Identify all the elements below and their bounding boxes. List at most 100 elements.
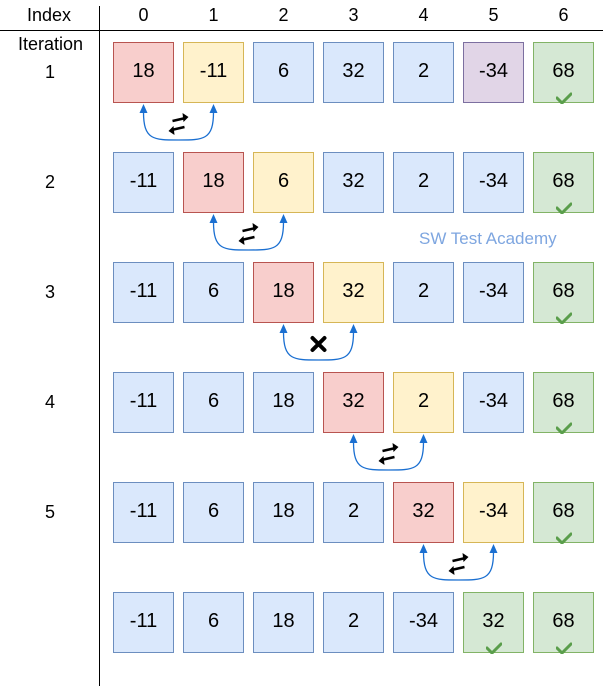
array-cell-current: 32 [393, 482, 454, 543]
iteration-header: Iteration [17, 34, 84, 54]
iteration-label: 5 [44, 502, 55, 522]
cell-value: -34 [479, 60, 508, 82]
cell-value: -11 [199, 60, 228, 82]
arrow-head-icon [349, 324, 358, 333]
array-cell-default: 6 [183, 592, 244, 653]
cell-value: 18 [132, 60, 155, 82]
column-header-3: 3 [348, 5, 359, 25]
comparison-arc [209, 214, 288, 251]
check-mark-icon [485, 637, 503, 655]
cell-value: 6 [207, 390, 220, 412]
array-cell-default: 18 [253, 372, 314, 433]
arrow-head-icon [139, 104, 148, 113]
iteration-label: 1 [44, 62, 55, 82]
array-cell-default: -34 [463, 372, 524, 433]
cell-value: 18 [272, 280, 295, 302]
array-cell-highlight: -34 [463, 42, 524, 103]
array-cell-compared: 32 [323, 262, 384, 323]
arrow-head-icon [209, 104, 218, 113]
cell-value: 32 [342, 280, 365, 302]
arrow-head-icon [279, 324, 288, 333]
array-cell-default: 2 [323, 482, 384, 543]
cell-value: -34 [479, 390, 508, 412]
arrow-head-icon [489, 544, 498, 553]
cell-value: -11 [129, 280, 158, 302]
array-cell-default: -34 [393, 592, 454, 653]
column-header-2: 2 [278, 5, 289, 25]
cell-value: 6 [277, 60, 290, 82]
watermark-text: SW Test Academy [419, 229, 557, 248]
cell-value: 32 [412, 500, 435, 522]
array-cell-current: 18 [183, 152, 244, 213]
column-header-0: 0 [138, 5, 149, 25]
array-cell-default: 6 [183, 482, 244, 543]
array-cell-compared: -11 [183, 42, 244, 103]
cell-value: -11 [129, 500, 158, 522]
array-cell-default: 6 [253, 42, 314, 103]
swap-arrows-icon [238, 223, 259, 245]
array-cell-sorted: 68 [533, 152, 594, 215]
check-mark-icon [555, 527, 573, 545]
check-mark-icon [555, 637, 573, 655]
cell-value: -34 [479, 170, 508, 192]
array-cell-sorted: 68 [533, 482, 594, 545]
check-mark-icon [555, 87, 573, 105]
cell-value: -11 [129, 610, 158, 632]
arrow-head-icon [349, 434, 358, 443]
cell-value: 2 [417, 170, 430, 192]
array-cell-default: 18 [253, 592, 314, 653]
array-cell-default: 2 [323, 592, 384, 653]
cell-value: -11 [129, 390, 158, 412]
cell-value: 2 [417, 60, 430, 82]
cell-value: 68 [552, 60, 575, 82]
array-cell-default: 2 [393, 262, 454, 323]
comparison-arc [349, 434, 428, 471]
array-cell-default: -11 [113, 152, 174, 213]
cell-value: 18 [272, 390, 295, 412]
array-cell-default: 18 [253, 482, 314, 543]
array-cell-default: 2 [393, 152, 454, 213]
iteration-label: 2 [44, 172, 55, 192]
cell-value: 6 [207, 610, 220, 632]
cell-value: 2 [347, 500, 360, 522]
swap-arrows-icon [168, 113, 189, 135]
check-mark-icon [555, 307, 573, 325]
swap-arrows-icon [378, 443, 399, 465]
cell-value: 32 [342, 170, 365, 192]
array-cell-compared: -34 [463, 482, 524, 543]
array-cell-current: 18 [253, 262, 314, 323]
header-divider [0, 30, 603, 31]
cell-value: 2 [417, 390, 430, 412]
cell-value: 68 [552, 610, 575, 632]
array-cell-default: 6 [183, 372, 244, 433]
cell-value: 18 [272, 500, 295, 522]
iteration-label: 4 [44, 392, 55, 412]
cell-value: 2 [347, 610, 360, 632]
array-cell-default: 6 [183, 262, 244, 323]
array-cell-sorted: 32 [463, 592, 524, 655]
array-cell-sorted: 68 [533, 262, 594, 325]
cell-value: 2 [417, 280, 430, 302]
cell-value: 32 [482, 610, 505, 632]
cell-value: 18 [272, 610, 295, 632]
arrow-head-icon [209, 214, 218, 223]
array-cell-default: 32 [323, 152, 384, 213]
array-cell-sorted: 68 [533, 592, 594, 655]
array-cell-default: -11 [113, 262, 174, 323]
cell-value: -34 [409, 610, 438, 632]
check-mark-icon [555, 197, 573, 215]
cell-value: 68 [552, 170, 575, 192]
array-cell-default: 32 [323, 42, 384, 103]
cell-value: -34 [479, 500, 508, 522]
array-cell-default: -11 [113, 482, 174, 543]
array-cell-current: 18 [113, 42, 174, 103]
column-header-5: 5 [488, 5, 499, 25]
check-mark-icon [555, 417, 573, 435]
array-cell-sorted: 68 [533, 372, 594, 435]
array-cell-current: 32 [323, 372, 384, 433]
label-column-divider [99, 6, 100, 686]
cell-value: 68 [552, 280, 575, 302]
cell-value: 68 [552, 390, 575, 412]
cell-value: 32 [342, 390, 365, 412]
array-cell-default: -11 [113, 592, 174, 653]
